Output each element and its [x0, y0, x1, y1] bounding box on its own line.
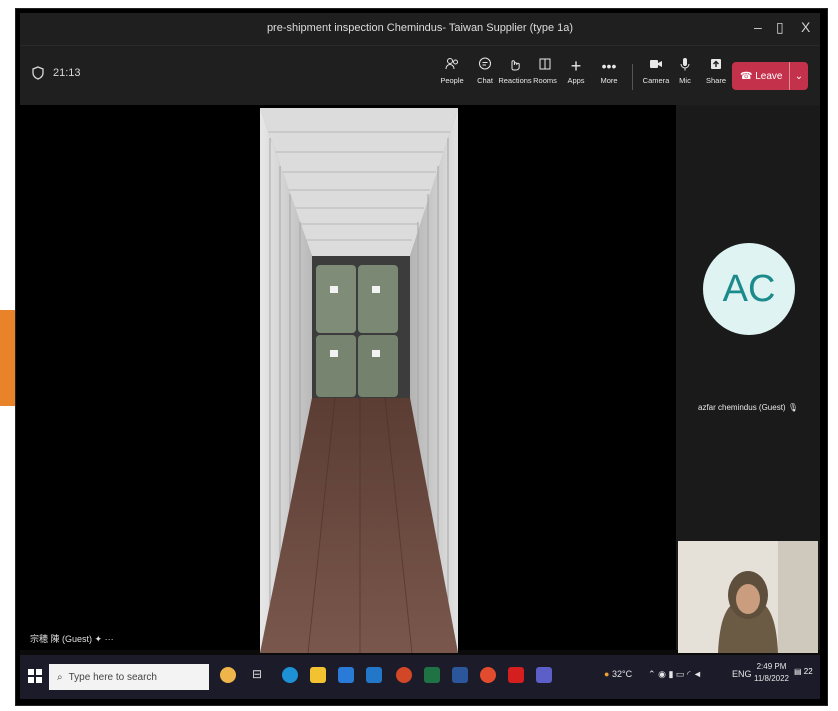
notification-count: 22 — [803, 667, 813, 676]
share-button[interactable]: Share — [697, 56, 735, 85]
close-button[interactable]: X — [801, 19, 810, 35]
maximize-button[interactable]: ▯ — [776, 19, 784, 36]
guest-name-text: 宗穂 陳 (Guest) — [30, 634, 93, 644]
guest-name-tag: 宗穂 陳 (Guest) ✦ ··· — [30, 632, 114, 645]
edge-icon[interactable] — [282, 667, 298, 683]
search-icon: ⌕ — [57, 671, 63, 683]
app-l-icon[interactable] — [338, 667, 354, 683]
meeting-toolbar: 21:13 People Chat Reactions Rooms + Apps… — [20, 45, 820, 106]
powerpoint-icon[interactable] — [396, 667, 412, 683]
teams-window: pre-shipment inspection Chemindus- Taiwa… — [20, 13, 820, 699]
leave-button[interactable]: ☎ Leave ⌄ — [732, 62, 808, 90]
meeting-timer: 21:13 — [32, 66, 81, 80]
self-view-video[interactable] — [678, 541, 818, 653]
network-icon[interactable]: ◉ — [658, 669, 666, 679]
leave-label: ☎ Leave — [732, 71, 789, 82]
clock[interactable]: 2:49 PM 11/8/2022 — [754, 661, 789, 685]
tray-icons[interactable]: ⌃ ◉ ▮ ▭ ◜ ◄ — [648, 669, 702, 680]
notification-center[interactable]: ▤ 22 — [794, 667, 813, 676]
word-icon[interactable] — [452, 667, 468, 683]
shared-video-feed — [260, 108, 458, 653]
timer-text: 21:13 — [53, 67, 81, 79]
search-placeholder: Type here to search — [68, 671, 157, 683]
leave-text: Leave — [755, 70, 783, 82]
chevron-down-icon[interactable]: ⌄ — [789, 62, 808, 90]
notification-icon: ▤ — [794, 667, 802, 676]
more-button[interactable]: ••• More — [590, 56, 628, 85]
language-indicator[interactable]: ENG — [732, 669, 752, 679]
search-highlight-icon[interactable] — [220, 667, 236, 683]
container-interior-image — [260, 108, 458, 653]
battery-icon[interactable]: ▭ — [676, 669, 685, 679]
participant-avatar[interactable]: AC — [703, 243, 795, 335]
share-icon — [697, 56, 735, 76]
wifi-icon[interactable]: ◜ — [687, 669, 691, 679]
clock-time: 2:49 PM — [756, 662, 787, 671]
participant-name-text: azfar chemindus (Guest) — [698, 403, 786, 412]
more-options-icon[interactable]: ··· — [105, 634, 114, 644]
weather-widget[interactable]: ● 32°C — [604, 669, 632, 679]
self-view-image — [678, 541, 818, 653]
acrobat-icon[interactable] — [508, 667, 524, 683]
mic-muted-icon: 🎙 — [787, 403, 798, 412]
taskbar-search[interactable]: ⌕ Type here to search — [49, 664, 209, 690]
excel-icon[interactable] — [424, 667, 440, 683]
speaker-icon[interactable]: ◄ — [693, 669, 702, 679]
weather-icon: ● — [604, 669, 610, 679]
minimize-button[interactable]: – — [754, 19, 762, 35]
task-view-icon[interactable]: ⊟ — [252, 667, 268, 683]
clock-date: 11/8/2022 — [754, 674, 789, 683]
participant-name: azfar chemindus (Guest) 🎙 — [676, 403, 820, 412]
windows-taskbar: ⌕ Type here to search ⊟ ● 32°C ⌃ ◉ ▮ ▭ ◜… — [20, 655, 820, 699]
pin-icon[interactable]: ✦ — [95, 634, 103, 644]
more-icon: ••• — [601, 58, 617, 74]
title-bar: pre-shipment inspection Chemindus- Taiwa… — [20, 13, 820, 45]
file-explorer-icon[interactable] — [310, 667, 326, 683]
phone-hangup-icon: ☎ — [740, 70, 753, 82]
weather-text: 32°C — [611, 669, 633, 679]
shield-icon — [32, 66, 44, 80]
teams-icon[interactable] — [536, 667, 552, 683]
share-label: Share — [705, 76, 726, 85]
more-label: More — [600, 76, 618, 85]
window-title: pre-shipment inspection Chemindus- Taiwa… — [266, 22, 574, 34]
chevron-up-icon[interactable]: ⌃ — [648, 669, 656, 679]
toolbar-divider — [632, 64, 633, 90]
windows-start-icon[interactable] — [28, 669, 42, 683]
mic-tray-icon[interactable]: ▮ — [668, 669, 673, 679]
outlook-icon[interactable] — [366, 667, 382, 683]
chrome-icon[interactable] — [480, 667, 496, 683]
